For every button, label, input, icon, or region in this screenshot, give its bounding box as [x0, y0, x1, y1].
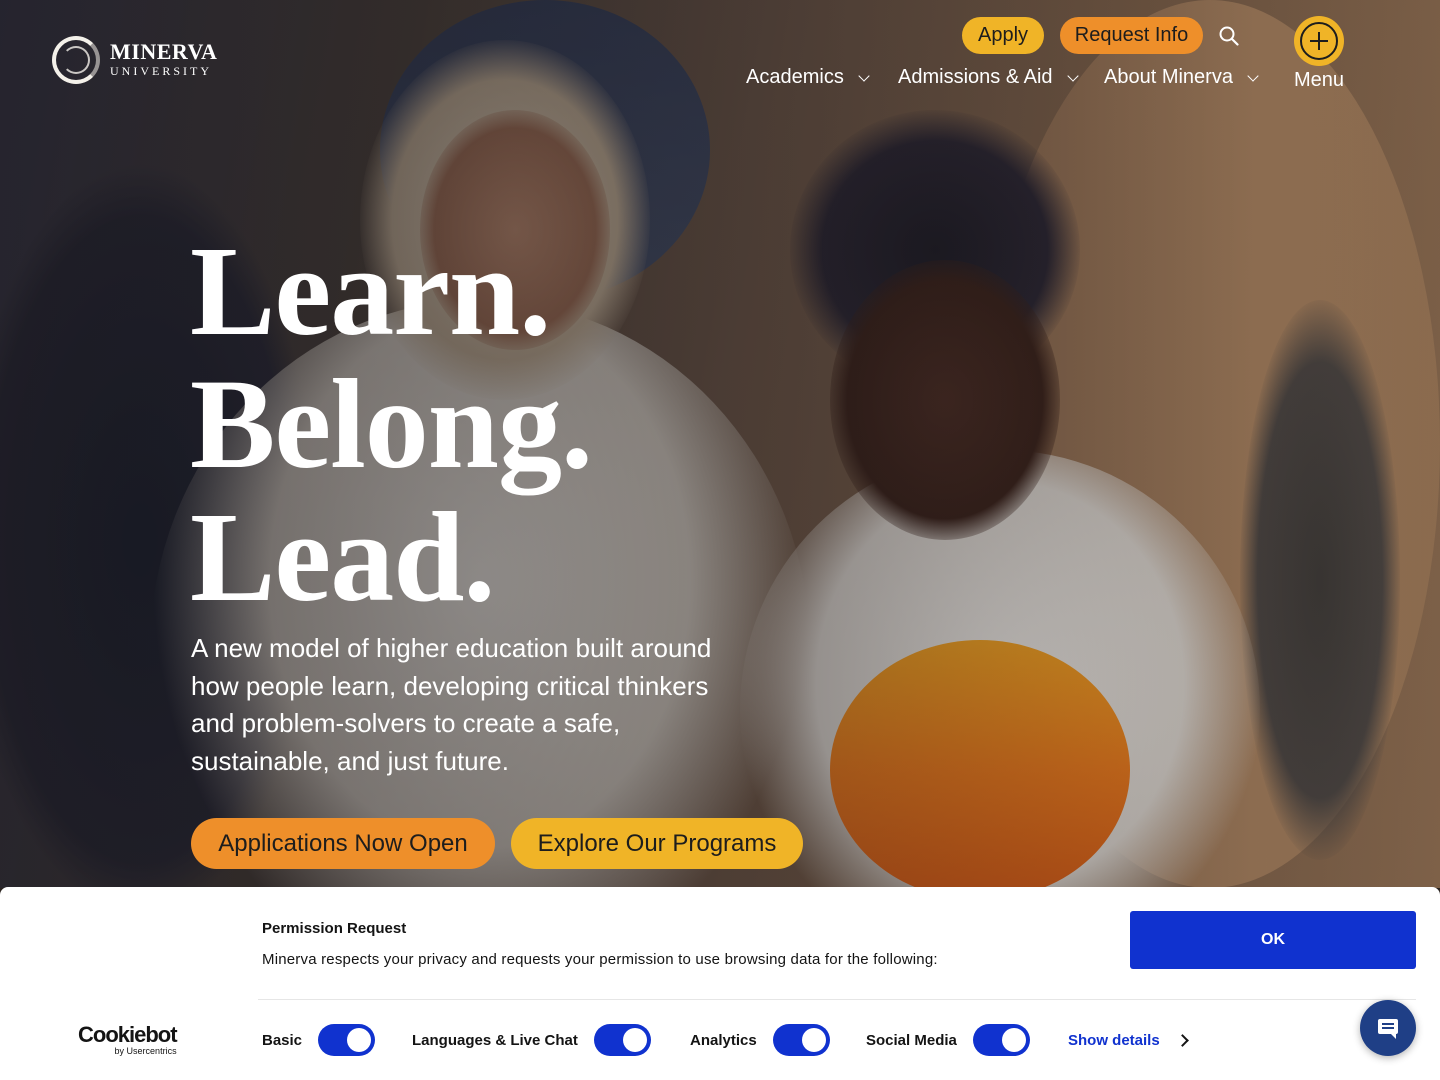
toggle-basic[interactable] [318, 1024, 376, 1056]
explore-programs-button[interactable]: Explore Our Programs [511, 818, 803, 869]
cookie-title: Permission Request [262, 920, 407, 937]
cookiebot-name: Cookiebot [78, 1022, 178, 1047]
nav-label: Admissions & Aid [898, 66, 1053, 88]
cookiebot-logo[interactable]: Cookiebot by Usercentrics [78, 1022, 178, 1057]
show-details-link[interactable]: Show details [1068, 1032, 1189, 1049]
nav-label: About Minerva [1104, 66, 1233, 88]
nav-admissions-aid[interactable]: Admissions & Aid [898, 66, 1079, 89]
minerva-logo[interactable]: MINERVA UNIVERSITY [52, 36, 217, 84]
applications-open-button[interactable]: Applications Now Open [191, 818, 495, 869]
chevron-down-icon [1066, 69, 1079, 82]
cookie-consent-banner: Permission Request Minerva respects your… [0, 887, 1440, 1080]
toggle-languages-live-chat[interactable] [593, 1024, 651, 1056]
chat-icon [1378, 1019, 1398, 1039]
headline-line: Learn. [190, 220, 551, 362]
cookie-ok-button[interactable]: OK [1130, 911, 1416, 969]
cookiebot-by: by Usercentrics [114, 1046, 177, 1056]
headline-line: Belong. [190, 353, 593, 495]
nav-about-minerva[interactable]: About Minerva [1104, 66, 1259, 89]
toggle-analytics-group: Analytics [690, 1024, 830, 1056]
logo-text: MINERVA UNIVERSITY [110, 41, 217, 79]
show-details-label: Show details [1068, 1032, 1160, 1049]
toggle-analytics[interactable] [772, 1024, 830, 1056]
toggle-languages-group: Languages & Live Chat [412, 1024, 651, 1056]
nav-academics[interactable]: Academics [746, 66, 870, 89]
hero-headline: Learn. Belong. Lead. [190, 220, 593, 628]
chevron-down-icon [858, 69, 870, 82]
search-icon[interactable] [1219, 26, 1239, 46]
toggle-social-group: Social Media [866, 1024, 1030, 1056]
chevron-down-icon [1247, 69, 1259, 82]
chevron-right-icon [1175, 1034, 1189, 1047]
plus-circle-icon [1300, 22, 1338, 60]
toggle-basic-group: Basic [262, 1024, 376, 1056]
logo-ring-icon [52, 36, 100, 84]
logo-name: MINERVA [110, 39, 218, 64]
chat-button[interactable] [1360, 1000, 1416, 1056]
cookie-divider [258, 999, 1416, 1000]
logo-subtitle: UNIVERSITY [110, 64, 212, 78]
cookie-description: Minerva respects your privacy and reques… [262, 951, 938, 968]
toggle-social-media[interactable] [972, 1024, 1030, 1056]
menu-button[interactable] [1294, 16, 1344, 66]
toggle-label: Social Media [866, 1031, 957, 1049]
toggle-label: Analytics [690, 1031, 757, 1049]
headline-line: Lead. [190, 486, 495, 628]
apply-button[interactable]: Apply [962, 17, 1044, 54]
toggle-label: Languages & Live Chat [412, 1031, 578, 1049]
nav-label: Academics [746, 66, 844, 88]
hero-subtext: A new model of higher education built ar… [191, 633, 712, 776]
toggle-label: Basic [262, 1031, 303, 1049]
menu-label[interactable]: Menu [1283, 69, 1355, 92]
request-info-button[interactable]: Request Info [1060, 17, 1203, 54]
